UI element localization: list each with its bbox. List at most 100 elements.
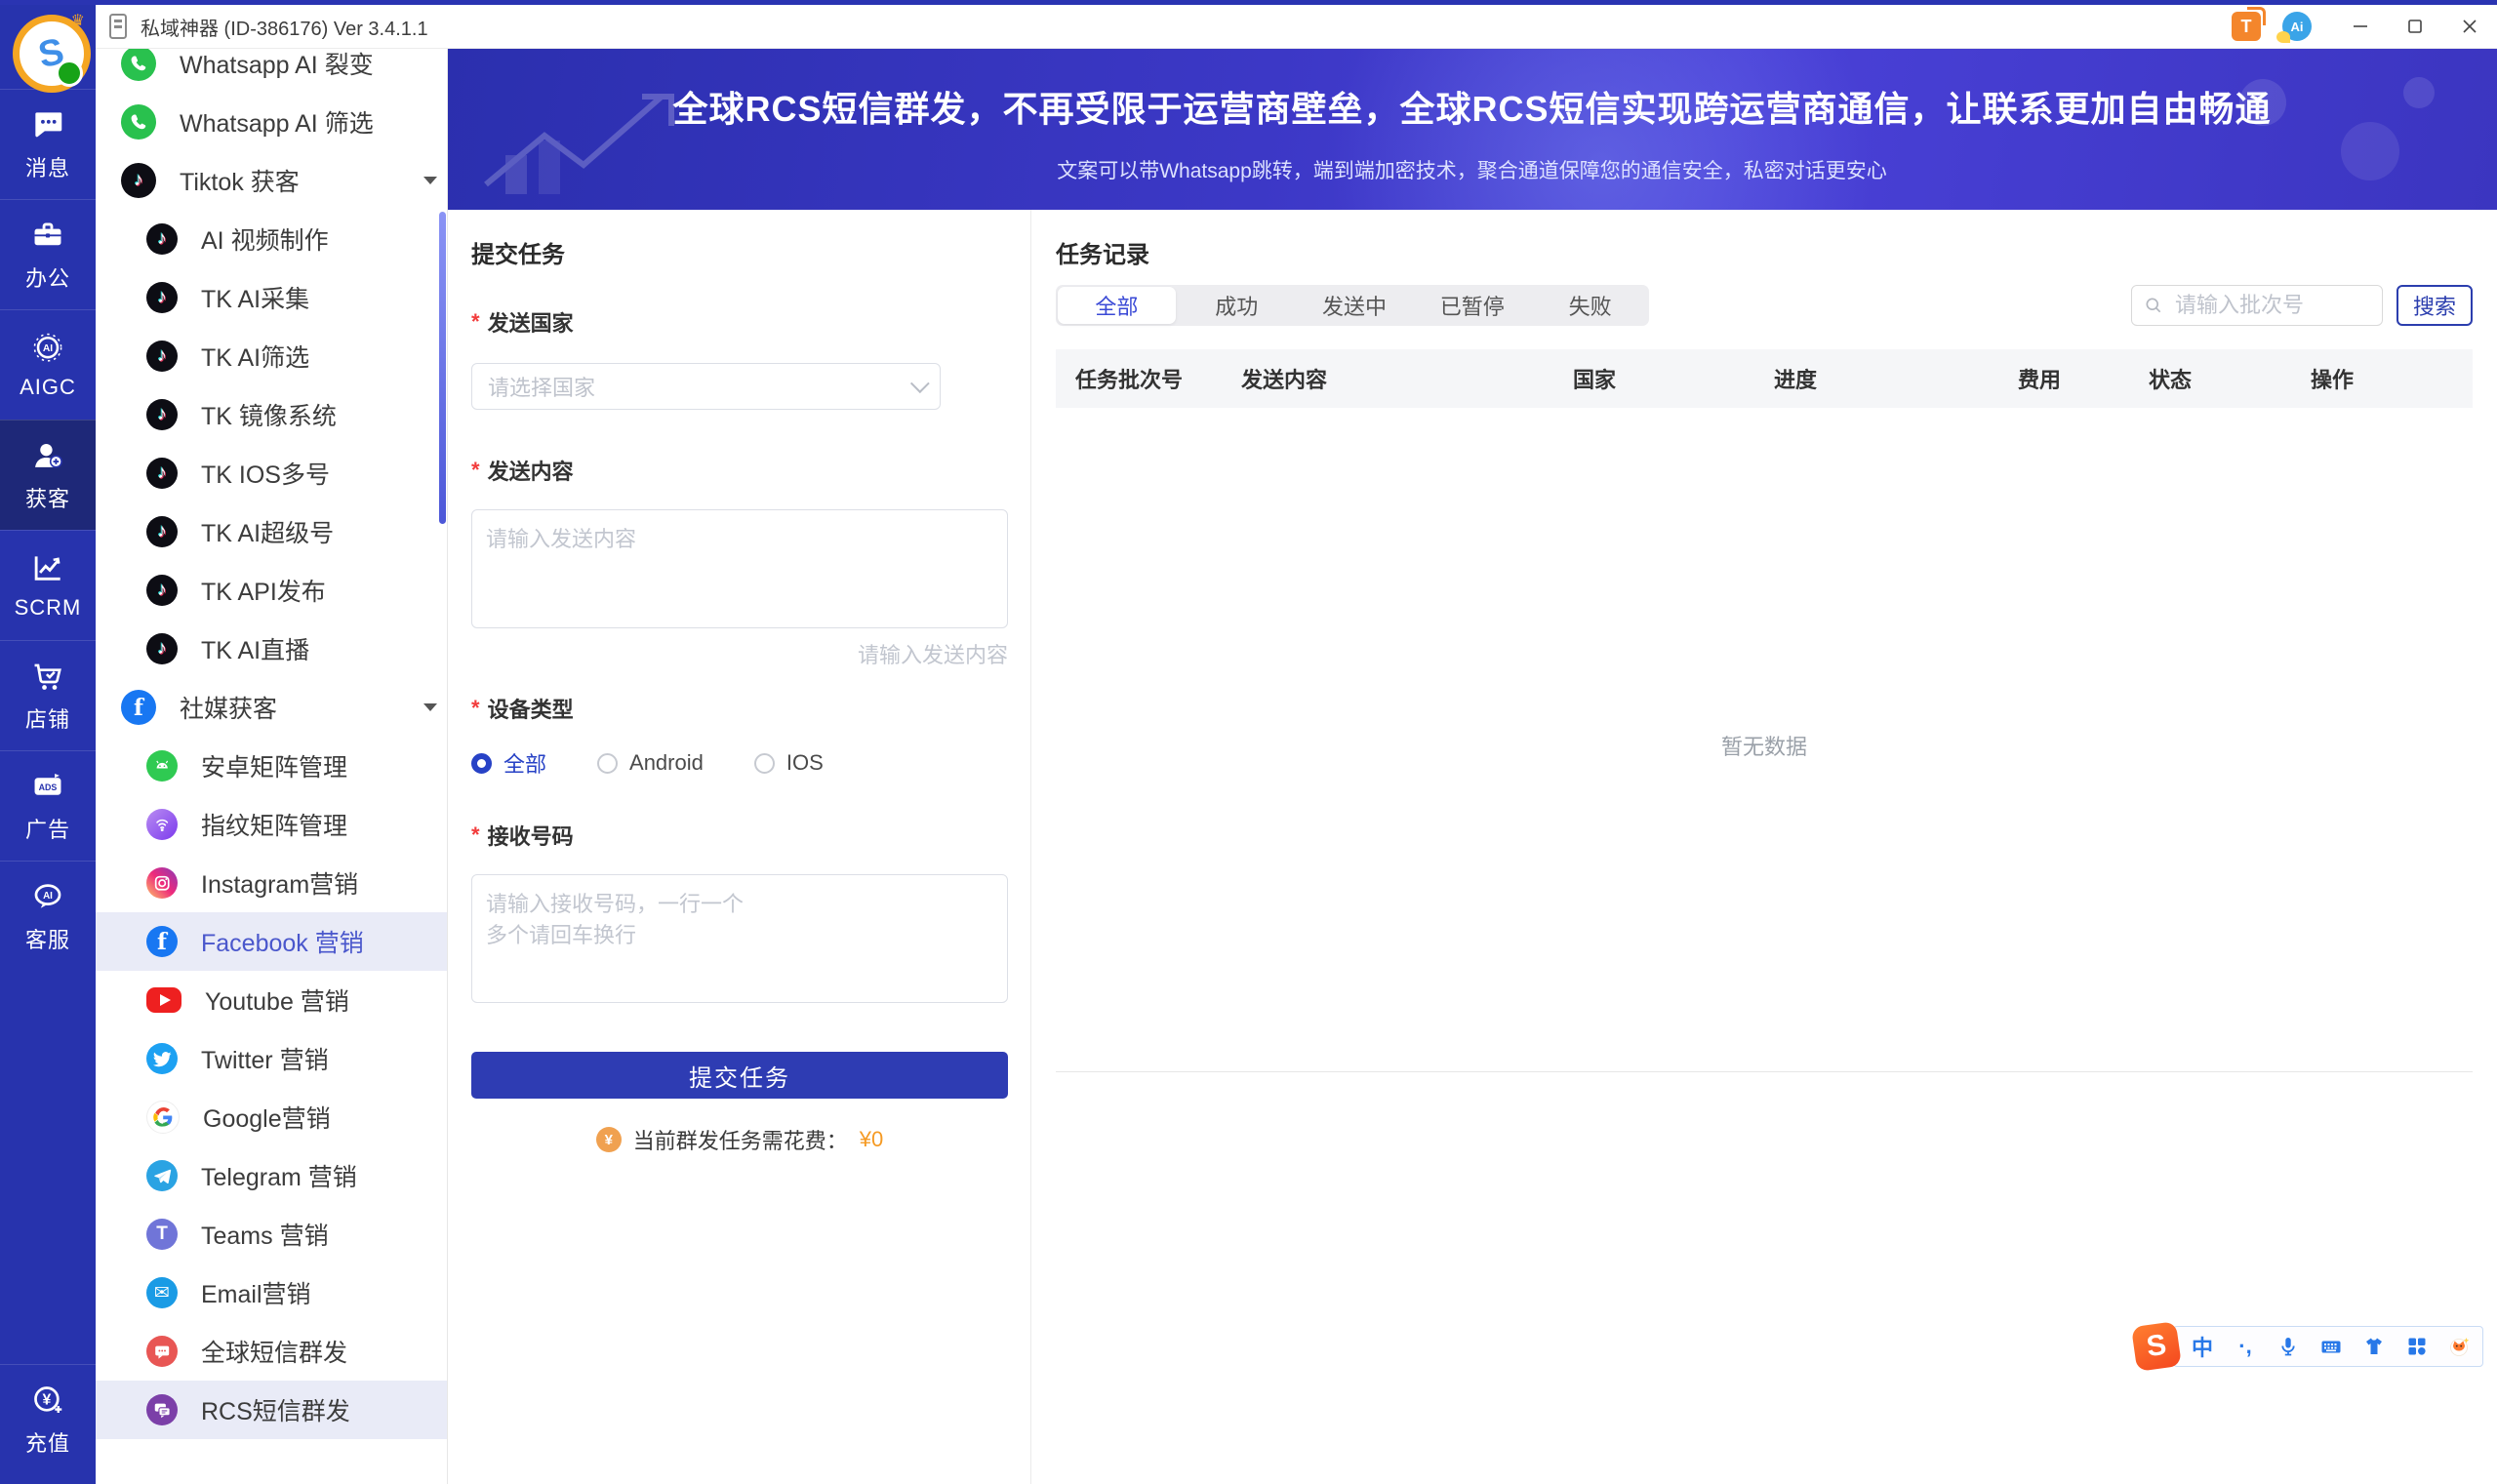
sidebar-item-telegram[interactable]: Telegram 营销 bbox=[96, 1146, 447, 1205]
sidebar-item-teams[interactable]: Teams 营销 bbox=[96, 1205, 447, 1263]
content-textarea[interactable] bbox=[471, 509, 1008, 628]
ads-icon: ADS bbox=[34, 774, 61, 795]
tab-failed[interactable]: 失败 bbox=[1531, 285, 1649, 326]
sidebar-item-rcs-sms[interactable]: RCS短信群发 bbox=[96, 1381, 447, 1439]
svg-text:¥: ¥ bbox=[42, 1391, 51, 1408]
online-status-dot bbox=[56, 60, 83, 87]
tab-success[interactable]: 成功 bbox=[1178, 285, 1296, 326]
sidebar-menu: Whatsapp AI 裂变 Whatsapp AI 筛选 Tiktok 获客 … bbox=[96, 48, 448, 1484]
numbers-label: * 接收号码 bbox=[471, 822, 574, 849]
facebook-icon bbox=[121, 690, 156, 725]
main-area: 全球RCS短信群发，不再受限于运营商壁垒，全球RCS短信实现跨运营商通信，让联系… bbox=[447, 48, 2497, 1484]
rail-item-recharge[interactable]: ¥ 充值 bbox=[0, 1364, 96, 1474]
radio-ios[interactable]: IOS bbox=[753, 750, 824, 776]
sidebar-item-tk-api[interactable]: TK API发布 bbox=[96, 561, 447, 620]
ai-assistant-tray-icon[interactable]: Ai bbox=[2276, 12, 2312, 43]
sidebar-item-twitter[interactable]: Twitter 营销 bbox=[96, 1029, 447, 1088]
device-type-label: * 设备类型 bbox=[471, 696, 574, 722]
ime-chinese-mode-icon[interactable]: 中 bbox=[2190, 1334, 2215, 1360]
sidebar-item-email[interactable]: Email营销 bbox=[96, 1263, 447, 1322]
maximize-button[interactable] bbox=[2388, 5, 2442, 48]
tab-paused[interactable]: 已暂停 bbox=[1413, 285, 1531, 326]
sidebar-item-whatsapp-ai-fission[interactable]: Whatsapp AI 裂变 bbox=[96, 48, 447, 93]
required-asterisk: * bbox=[471, 309, 480, 334]
sidebar-item-android-matrix[interactable]: 安卓矩阵管理 bbox=[96, 737, 447, 795]
batch-search-input[interactable] bbox=[2173, 292, 2370, 319]
country-select[interactable]: 请选择国家 bbox=[471, 363, 941, 410]
sidebar-item-instagram[interactable]: Instagram营销 bbox=[96, 854, 447, 912]
rail-item-acquisition[interactable]: 获客 bbox=[0, 420, 96, 530]
banner-title: 全球RCS短信群发，不再受限于运营商壁垒，全球RCS短信实现跨运营商通信，让联系… bbox=[672, 89, 2272, 129]
window-title: 私域神器 (ID-386176) Ver 3.4.1.1 bbox=[141, 18, 428, 40]
tab-sending[interactable]: 发送中 bbox=[1296, 285, 1414, 326]
search-button[interactable]: 搜索 bbox=[2396, 285, 2473, 326]
required-asterisk: * bbox=[471, 822, 480, 847]
status-tabs: 全部 成功 发送中 已暂停 失败 bbox=[1056, 285, 1649, 326]
sidebar-item-ai-video[interactable]: AI 视频制作 bbox=[96, 210, 447, 268]
tiktok-icon bbox=[146, 341, 178, 372]
rail-item-office[interactable]: 办公 bbox=[0, 199, 96, 309]
sidebar-item-tk-ios[interactable]: TK IOS多号 bbox=[96, 444, 447, 502]
sidebar-item-google[interactable]: Google营销 bbox=[96, 1088, 447, 1146]
submit-task-panel: 提交任务 * 发送国家 请选择国家 * 发送内容 请输入发送内容 * 设 bbox=[447, 210, 1031, 1484]
device-type-radio-group: 全部 Android IOS bbox=[471, 747, 1007, 779]
radio-dot bbox=[753, 752, 775, 774]
rail-item-shop[interactable]: 店铺 bbox=[0, 640, 96, 750]
service-ai-icon: AI bbox=[34, 884, 61, 908]
microphone-icon[interactable] bbox=[2275, 1334, 2301, 1359]
sidebar-item-global-sms[interactable]: 全球短信群发 bbox=[96, 1322, 447, 1381]
telegram-icon bbox=[146, 1160, 178, 1191]
sidebar-item-whatsapp-ai-filter[interactable]: Whatsapp AI 筛选 bbox=[96, 93, 447, 151]
sidebar-item-fingerprint-matrix[interactable]: 指纹矩阵管理 bbox=[96, 795, 447, 854]
fingerprint-icon bbox=[146, 809, 178, 840]
toolbox-grid-icon[interactable] bbox=[2404, 1334, 2430, 1359]
minimize-button[interactable] bbox=[2333, 5, 2388, 48]
col-progress: 进度 bbox=[1774, 368, 1818, 392]
app-window: 私域神器 (ID-386176) Ver 3.4.1.1 T Ai ♛ S 消息… bbox=[0, 0, 2497, 1484]
fox-assistant-icon[interactable] bbox=[2447, 1334, 2473, 1359]
tiktok-icon bbox=[146, 399, 178, 430]
rail-item-messages[interactable]: 消息 bbox=[0, 89, 96, 199]
svg-text:AI: AI bbox=[43, 891, 53, 902]
sms-bubble-icon bbox=[146, 1336, 178, 1367]
translate-tray-icon[interactable]: T bbox=[2232, 7, 2266, 41]
chevron-down-icon[interactable] bbox=[423, 177, 437, 184]
rail-item-scrm[interactable]: SCRM bbox=[0, 530, 96, 640]
maximize-icon bbox=[2408, 20, 2422, 33]
skin-icon[interactable] bbox=[2361, 1334, 2387, 1359]
sidebar-item-tk-mirror[interactable]: TK 镜像系统 bbox=[96, 385, 447, 444]
coin-icon: ¥ bbox=[595, 1127, 622, 1152]
sidebar-group-social[interactable]: 社媒获客 bbox=[96, 678, 447, 737]
left-rail: ♛ S 消息 办公 AI AIGC 获客 SCRM 店铺 ADS 广告 AI 客… bbox=[0, 5, 96, 1484]
rail-item-service[interactable]: AI 客服 bbox=[0, 861, 96, 971]
form-heading: 提交任务 bbox=[471, 242, 565, 268]
fee-row: ¥ 当前群发任务需花费： ¥0 bbox=[471, 1124, 1008, 1155]
sidebar-scrollbar-thumb[interactable] bbox=[439, 212, 446, 524]
user-plus-icon bbox=[35, 443, 62, 468]
batch-search-box bbox=[2131, 285, 2383, 326]
rail-item-aigc[interactable]: AI AIGC bbox=[0, 309, 96, 420]
sidebar-item-tk-filter[interactable]: TK AI筛选 bbox=[96, 327, 447, 385]
tab-all[interactable]: 全部 bbox=[1058, 287, 1176, 324]
keyboard-icon[interactable] bbox=[2318, 1334, 2344, 1359]
rcs-bubble-icon bbox=[146, 1394, 178, 1425]
chevron-down-icon[interactable] bbox=[423, 703, 437, 711]
tasks-heading: 任务记录 bbox=[1056, 242, 1149, 268]
sidebar-group-tiktok[interactable]: Tiktok 获客 bbox=[96, 151, 447, 210]
cart-icon bbox=[34, 663, 61, 690]
rail-item-ads[interactable]: ADS 广告 bbox=[0, 750, 96, 861]
app-icon bbox=[109, 14, 127, 39]
ime-punctuation-icon[interactable]: ·, bbox=[2233, 1334, 2258, 1359]
sidebar-item-tk-live[interactable]: TK AI直播 bbox=[96, 620, 447, 678]
sogou-logo[interactable]: S bbox=[2131, 1321, 2182, 1372]
radio-all[interactable]: 全部 bbox=[471, 747, 546, 779]
sidebar-item-facebook[interactable]: Facebook 营销 bbox=[96, 912, 447, 971]
numbers-textarea[interactable] bbox=[471, 874, 1008, 1003]
col-country: 国家 bbox=[1573, 368, 1617, 392]
submit-task-button[interactable]: 提交任务 bbox=[471, 1052, 1008, 1099]
radio-android[interactable]: Android bbox=[597, 750, 704, 776]
sidebar-item-tk-super[interactable]: TK AI超级号 bbox=[96, 502, 447, 561]
close-button[interactable] bbox=[2442, 5, 2497, 48]
sidebar-item-youtube[interactable]: Youtube 营销 bbox=[96, 971, 447, 1029]
sidebar-item-tk-collect[interactable]: TK AI采集 bbox=[96, 268, 447, 327]
